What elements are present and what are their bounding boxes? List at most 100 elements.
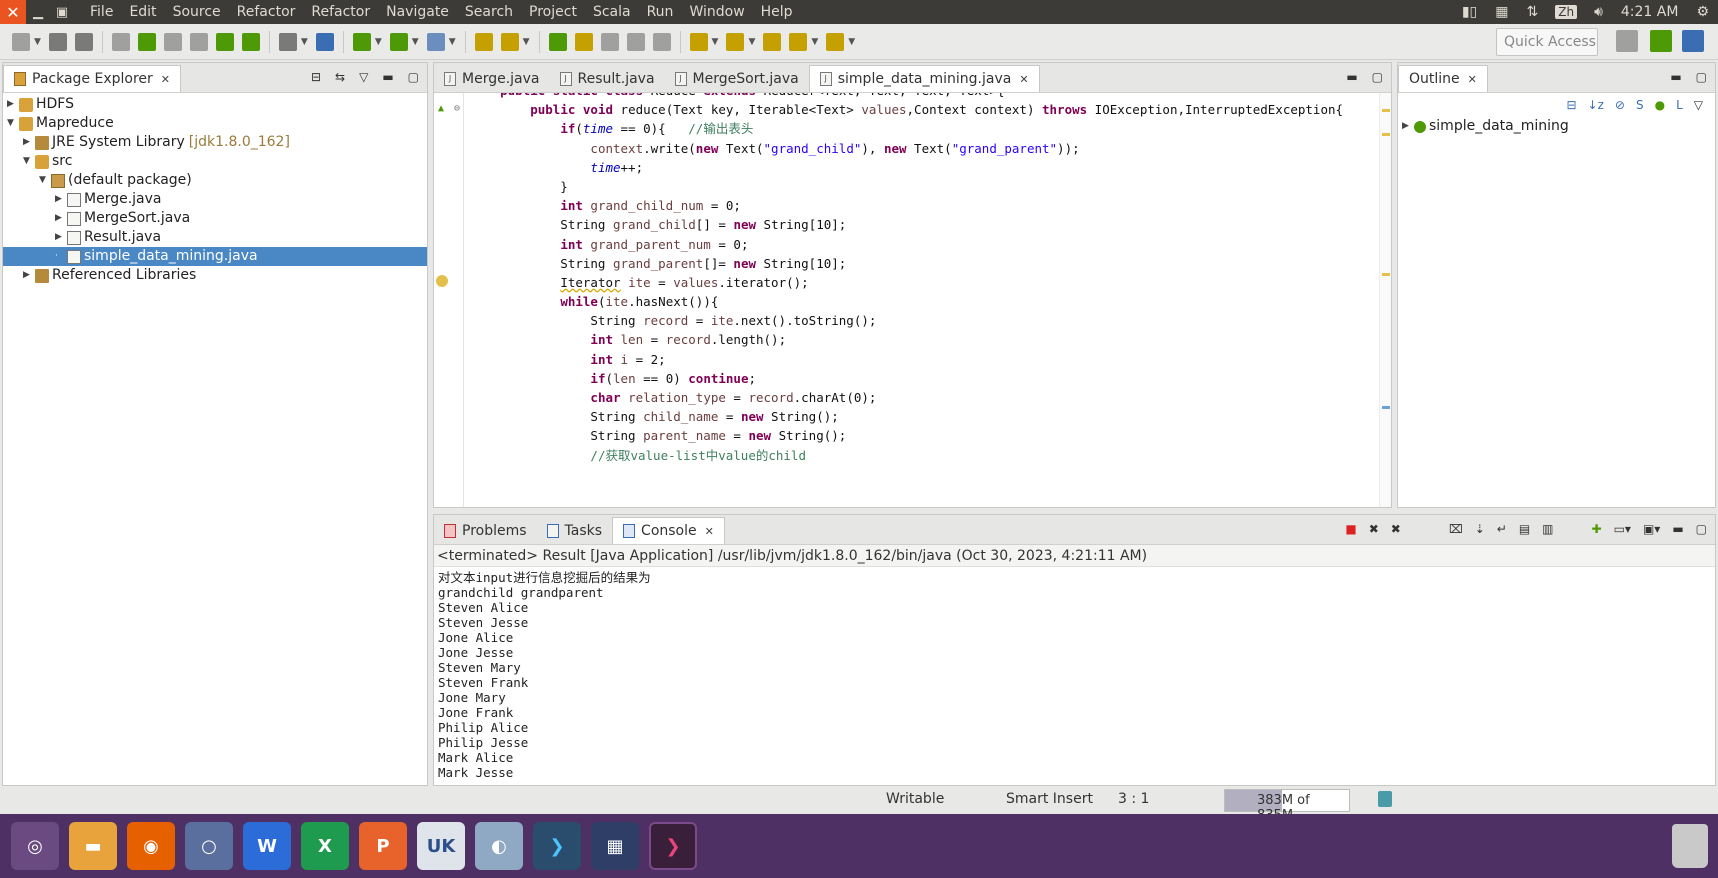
expand-arrow-icon[interactable]: ▶ bbox=[23, 133, 33, 152]
run-icon[interactable] bbox=[389, 32, 408, 51]
network-icon[interactable]: ⇅ bbox=[1518, 4, 1548, 20]
forward-icon[interactable] bbox=[826, 32, 845, 51]
open-perspective-icon[interactable] bbox=[1616, 30, 1638, 52]
back-icon[interactable] bbox=[789, 32, 808, 51]
open-type-icon[interactable] bbox=[474, 32, 493, 51]
warning-marker[interactable] bbox=[1382, 109, 1390, 112]
tree-item[interactable]: ▼ (default package) bbox=[3, 171, 427, 190]
tree-item[interactable]: ▶ Result.java bbox=[3, 228, 427, 247]
tree-item[interactable]: ▼ Mapreduce bbox=[3, 114, 427, 133]
collapse-all-icon[interactable]: ⊟ bbox=[1566, 98, 1576, 112]
firefox-icon[interactable]: ◉ bbox=[127, 822, 175, 870]
chevron-down-icon[interactable]: ▼ bbox=[34, 37, 41, 47]
word-wrap-icon[interactable]: ↵ bbox=[1497, 522, 1507, 536]
block-selection-icon[interactable] bbox=[626, 32, 645, 51]
menu-run[interactable]: Run bbox=[639, 0, 682, 24]
input-method-indicator[interactable]: Zh bbox=[1555, 5, 1578, 19]
warning-marker[interactable] bbox=[1382, 273, 1390, 276]
menu-window[interactable]: Window bbox=[681, 0, 752, 24]
chevron-down-icon[interactable]: ▼ bbox=[375, 37, 382, 47]
minimize-icon[interactable]: ▬ bbox=[382, 70, 393, 84]
files-icon[interactable]: ▬ bbox=[69, 822, 117, 870]
expand-arrow-icon[interactable]: ▼ bbox=[23, 152, 33, 171]
tab-problems[interactable]: Problems bbox=[434, 517, 537, 544]
expand-arrow-icon[interactable]: ▶ bbox=[7, 95, 17, 114]
fold-collapse-icon[interactable]: ⊖ bbox=[454, 103, 460, 114]
clear-console-icon[interactable]: ⌧ bbox=[1449, 522, 1463, 536]
clock[interactable]: 4:21 AM bbox=[1612, 4, 1688, 20]
chevron-down-icon[interactable]: ▼ bbox=[811, 37, 818, 47]
collapse-all-icon[interactable]: ⊟ bbox=[311, 70, 321, 84]
expand-arrow-icon[interactable]: ▼ bbox=[39, 171, 49, 190]
run-external-tools-icon[interactable] bbox=[426, 32, 445, 51]
new-task-icon[interactable] bbox=[315, 32, 334, 51]
toggle-word-wrap-icon[interactable] bbox=[163, 32, 182, 51]
sort-icon[interactable]: ↓z bbox=[1588, 98, 1604, 112]
link-with-editor-icon[interactable]: ⇆ bbox=[335, 70, 345, 84]
ubuntu-menu-icon[interactable]: ◎ bbox=[11, 822, 59, 870]
warning-lightbulb-icon[interactable] bbox=[436, 275, 448, 287]
hide-non-public-icon[interactable]: ● bbox=[1655, 98, 1665, 112]
tab-outline[interactable]: Outline ✕ bbox=[1398, 65, 1488, 92]
maximize-icon[interactable]: ▢ bbox=[1696, 522, 1707, 536]
tree-item[interactable]: ▼ src bbox=[3, 152, 427, 171]
tree-item[interactable]: · simple_data_mining.java bbox=[3, 247, 427, 266]
minimize-icon[interactable]: ▬ bbox=[1346, 70, 1357, 84]
tree-item[interactable]: ▶ MergeSort.java bbox=[3, 209, 427, 228]
garbage-collect-icon[interactable] bbox=[1378, 791, 1392, 807]
chevron-down-icon[interactable]: ▼ bbox=[523, 37, 530, 47]
chevron-down-icon[interactable]: ▼ bbox=[412, 37, 419, 47]
outline-item[interactable]: ▶ simple_data_mining bbox=[1398, 117, 1715, 136]
show-on-error-icon[interactable]: ▥ bbox=[1542, 522, 1553, 536]
menu-search[interactable]: Search bbox=[457, 0, 521, 24]
hide-fields-icon[interactable]: ⊘ bbox=[1615, 98, 1625, 112]
wps-presentation-icon[interactable]: P bbox=[359, 822, 407, 870]
overview-ruler[interactable] bbox=[1379, 93, 1391, 507]
remove-all-terminated-icon[interactable]: ✖ bbox=[1391, 522, 1401, 536]
quick-access-input[interactable]: Quick Access bbox=[1496, 28, 1598, 56]
menu-edit[interactable]: Edit bbox=[121, 0, 164, 24]
close-icon[interactable]: ✕ bbox=[705, 525, 714, 538]
expand-arrow-icon[interactable]: · bbox=[55, 247, 65, 266]
maximize-icon[interactable]: ▢ bbox=[1696, 70, 1707, 84]
expand-arrow-icon[interactable]: ▶ bbox=[1402, 117, 1412, 136]
tree-item[interactable]: ▶ JRE System Library [jdk1.8.0_162] bbox=[3, 133, 427, 152]
tab-tasks[interactable]: Tasks bbox=[537, 517, 613, 544]
open-task-icon[interactable] bbox=[500, 32, 519, 51]
tab-console[interactable]: Console ✕ bbox=[612, 517, 725, 544]
expand-arrow-icon[interactable]: ▶ bbox=[55, 209, 65, 228]
eclipse-like-icon[interactable]: ▦ bbox=[591, 822, 639, 870]
chevron-down-icon[interactable]: ▼ bbox=[712, 37, 719, 47]
display-selected-console-icon[interactable]: ▭▾ bbox=[1614, 522, 1631, 536]
terminal-icon[interactable]: ❯ bbox=[649, 822, 697, 870]
skip-breakpoints-icon[interactable] bbox=[278, 32, 297, 51]
remove-launch-icon[interactable]: ✖ bbox=[1369, 522, 1379, 536]
tab-result-java[interactable]: J Result.java bbox=[550, 65, 665, 92]
wps-spreadsheet-icon[interactable]: X bbox=[301, 822, 349, 870]
console-output[interactable]: 对文本input进行信息挖掘后的结果为 grandchild grandparen… bbox=[434, 567, 1715, 780]
debug-icon[interactable] bbox=[352, 32, 371, 51]
toggle-mark-occurrences-icon[interactable] bbox=[548, 32, 567, 51]
wps-writer-icon[interactable]: W bbox=[243, 822, 291, 870]
power-gear-icon[interactable]: ⚙ bbox=[1687, 4, 1718, 20]
view-menu-icon[interactable]: ▽ bbox=[359, 70, 368, 84]
refresh-icon[interactable] bbox=[241, 32, 260, 51]
save-all-icon[interactable] bbox=[74, 32, 93, 51]
previous-annotation-icon[interactable] bbox=[726, 32, 745, 51]
ukylin-icon[interactable]: UK bbox=[417, 822, 465, 870]
trash-icon[interactable] bbox=[1672, 824, 1708, 868]
highlight-icon[interactable] bbox=[574, 32, 593, 51]
code-editor[interactable]: ▲ ⊖ public static class Reduce extends R… bbox=[434, 93, 1391, 507]
maximize-icon[interactable]: ▢ bbox=[1372, 70, 1383, 84]
terminate-icon[interactable]: ■ bbox=[1345, 522, 1356, 536]
menu-refactor-2[interactable]: Refactor bbox=[303, 0, 378, 24]
save-icon[interactable] bbox=[48, 32, 67, 51]
close-icon[interactable]: ✕ bbox=[1468, 73, 1477, 86]
toggle-block-icon[interactable] bbox=[111, 32, 130, 51]
expand-arrow-icon[interactable]: ▶ bbox=[55, 190, 65, 209]
show-whitespace-icon[interactable] bbox=[600, 32, 619, 51]
chevron-down-icon[interactable]: ▼ bbox=[848, 37, 855, 47]
last-edit-location-icon[interactable] bbox=[763, 32, 782, 51]
menu-file[interactable]: File bbox=[82, 0, 121, 24]
close-icon[interactable]: ✕ bbox=[1019, 73, 1028, 86]
